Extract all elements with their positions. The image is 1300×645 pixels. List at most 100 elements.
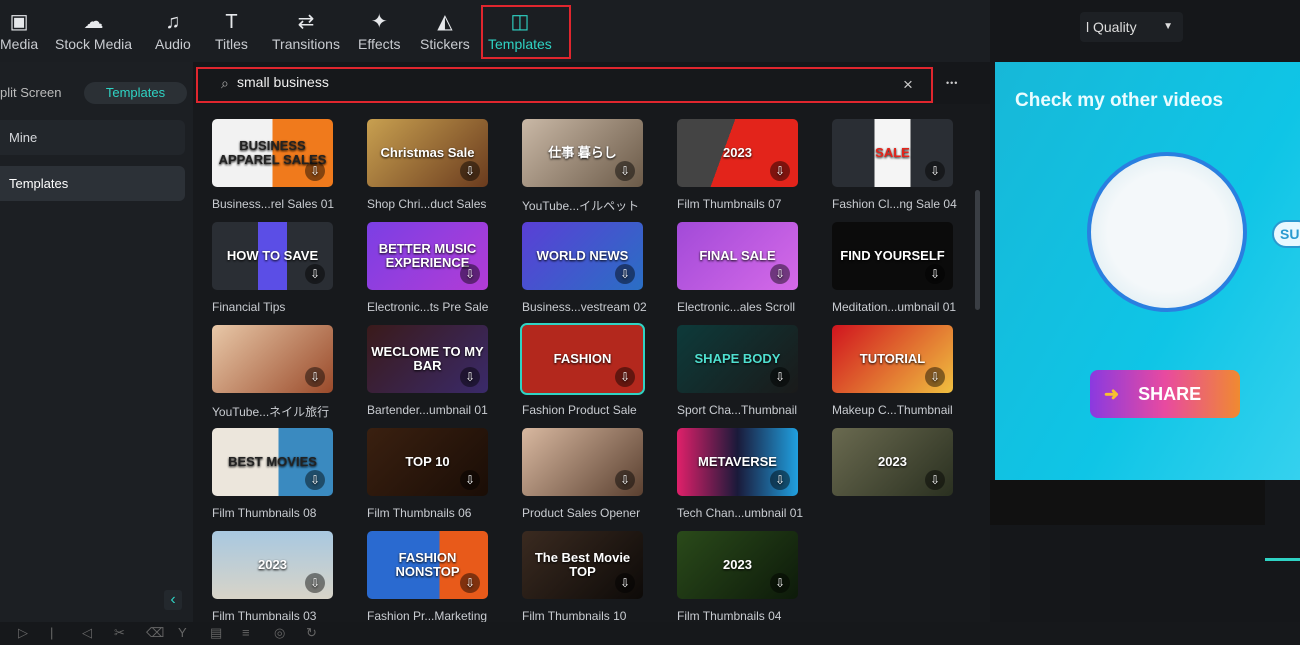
timeline-tool-icon[interactable]: |	[50, 625, 53, 640]
download-icon[interactable]: ⇩	[925, 470, 945, 490]
tab-audio[interactable]: ♫ Audio	[155, 10, 191, 52]
download-icon[interactable]: ⇩	[770, 470, 790, 490]
timeline-tool-icon[interactable]: Y	[178, 625, 187, 640]
split-screen-pill[interactable]: plit Screen	[0, 82, 61, 104]
download-icon[interactable]: ⇩	[615, 161, 635, 181]
timeline-tool-icon[interactable]: ◁	[82, 625, 92, 641]
tab-stickers[interactable]: ◭ Stickers	[420, 10, 470, 52]
template-thumbnail[interactable]: BETTER MUSIC EXPERIENCE ⇩	[367, 222, 488, 290]
template-card[interactable]: 2023 ⇩ Film Thumbnails 07	[677, 119, 798, 211]
template-card[interactable]: 2023 ⇩ Film Thumbnails 04	[677, 531, 798, 622]
download-icon[interactable]: ⇩	[460, 264, 480, 284]
template-card[interactable]: TUTORIAL ⇩ Makeup C...Thumbnail	[832, 325, 953, 417]
template-card[interactable]: BUSINESS APPAREL SALES ⇩ Business...rel Sa…	[212, 119, 334, 211]
timeline-tool-icon[interactable]: ▤	[210, 625, 222, 641]
template-thumbnail[interactable]: WECLOME TO MY BAR ⇩	[367, 325, 488, 393]
tab-effects[interactable]: ✦ Effects	[358, 10, 401, 52]
template-card[interactable]: WORLD NEWS ⇩ Business...vestream 02	[522, 222, 647, 314]
template-card[interactable]: FASHION NONSTOP ⇩ Fashion Pr...Marketing	[367, 531, 488, 622]
template-thumbnail[interactable]: 仕事 暮らし ⇩	[522, 119, 643, 187]
tab-stock-media[interactable]: ☁ Stock Media	[55, 10, 132, 52]
download-icon[interactable]: ⇩	[305, 161, 325, 181]
template-card[interactable]: FINAL SALE ⇩ Electronic...ales Scroll	[677, 222, 798, 314]
template-thumbnail[interactable]: SALE ⇩	[832, 119, 953, 187]
template-card[interactable]: 2023 ⇩	[832, 428, 953, 506]
template-thumbnail[interactable]: FASHION NONSTOP ⇩	[367, 531, 488, 599]
template-thumbnail[interactable]: WORLD NEWS ⇩	[522, 222, 643, 290]
template-card[interactable]: ⇩ YouTube...ネイル旅行	[212, 325, 333, 420]
template-thumbnail[interactable]: SHAPE BODY ⇩	[677, 325, 798, 393]
timeline-tool-icon[interactable]: ≡	[242, 625, 250, 640]
download-icon[interactable]: ⇩	[460, 470, 480, 490]
template-thumbnail[interactable]: 2023 ⇩	[832, 428, 953, 496]
template-thumbnail[interactable]: BUSINESS APPAREL SALES ⇩	[212, 119, 333, 187]
download-icon[interactable]: ⇩	[615, 367, 635, 387]
tab-media[interactable]: ▣ Media	[0, 10, 38, 52]
template-label: Fashion Pr...Marketing	[367, 609, 488, 622]
template-thumbnail[interactable]: FINAL SALE ⇩	[677, 222, 798, 290]
timeline-tool-icon[interactable]: ✂	[114, 625, 125, 641]
template-card[interactable]: WECLOME TO MY BAR ⇩ Bartender...umbnail 01	[367, 325, 488, 417]
timeline-tool-icon[interactable]: ◎	[274, 625, 285, 641]
download-icon[interactable]: ⇩	[460, 367, 480, 387]
template-thumbnail[interactable]: HOW TO SAVE ⇩	[212, 222, 333, 290]
template-thumbnail[interactable]: BEST MOVIES ⇩	[212, 428, 333, 496]
download-icon[interactable]: ⇩	[305, 470, 325, 490]
template-card[interactable]: SHAPE BODY ⇩ Sport Cha...Thumbnail	[677, 325, 798, 417]
tab-titles[interactable]: T Titles	[215, 10, 248, 52]
more-options-button[interactable]: •••	[946, 78, 958, 88]
template-thumbnail[interactable]: 2023 ⇩	[677, 531, 798, 599]
download-icon[interactable]: ⇩	[770, 367, 790, 387]
download-icon[interactable]: ⇩	[305, 264, 325, 284]
download-icon[interactable]: ⇩	[305, 367, 325, 387]
timeline-tool-icon[interactable]: ▷	[18, 625, 28, 641]
download-icon[interactable]: ⇩	[925, 161, 945, 181]
template-thumbnail[interactable]: FIND YOURSELF ⇩	[832, 222, 953, 290]
template-card[interactable]: FASHION ⇩ Fashion Product Sale	[520, 323, 645, 417]
template-thumbnail[interactable]: TOP 10 ⇩	[367, 428, 488, 496]
template-card[interactable]: ⇩ Product Sales Opener	[522, 428, 643, 520]
template-thumbnail[interactable]: TUTORIAL ⇩	[832, 325, 953, 393]
template-thumbnail[interactable]: 2023 ⇩	[212, 531, 333, 599]
download-icon[interactable]: ⇩	[460, 161, 480, 181]
template-card[interactable]: Christmas Sale ⇩ Shop Chri...duct Sales	[367, 119, 488, 211]
timeline-tool-icon[interactable]: ⌫	[146, 625, 164, 641]
template-card[interactable]: The Best Movie TOP ⇩ Film Thumbnails 10	[522, 531, 643, 622]
template-card[interactable]: BETTER MUSIC EXPERIENCE ⇩ Electronic...ts …	[367, 222, 488, 314]
quality-dropdown[interactable]: l Quality ▼	[1080, 12, 1183, 42]
template-thumbnail[interactable]: FASHION ⇩	[520, 323, 645, 395]
download-icon[interactable]: ⇩	[770, 573, 790, 593]
template-thumbnail[interactable]: The Best Movie TOP ⇩	[522, 531, 643, 599]
download-icon[interactable]: ⇩	[615, 264, 635, 284]
download-icon[interactable]: ⇩	[770, 161, 790, 181]
template-thumbnail[interactable]: METAVERSE ⇩	[677, 428, 798, 496]
timeline-tool-icon[interactable]: ↻	[306, 625, 317, 641]
download-icon[interactable]: ⇩	[615, 470, 635, 490]
template-label: Product Sales Opener	[522, 506, 641, 520]
template-card[interactable]: FIND YOURSELF ⇩ Meditation...umbnail 01	[832, 222, 956, 314]
download-icon[interactable]: ⇩	[925, 264, 945, 284]
sidebar-item-mine[interactable]: Mine	[0, 120, 185, 155]
template-card[interactable]: METAVERSE ⇩ Tech Chan...umbnail 01	[677, 428, 803, 520]
download-icon[interactable]: ⇩	[305, 573, 325, 593]
grid-scrollbar[interactable]	[975, 190, 980, 310]
template-card[interactable]: 仕事 暮らし ⇩ YouTube...イルペット	[522, 119, 643, 214]
download-icon[interactable]: ⇩	[615, 573, 635, 593]
playback-progress[interactable]	[1265, 558, 1300, 561]
download-icon[interactable]: ⇩	[925, 367, 945, 387]
template-thumbnail[interactable]: 2023 ⇩	[677, 119, 798, 187]
template-card[interactable]: SALE ⇩ Fashion Cl...ng Sale 04	[832, 119, 957, 211]
template-card[interactable]: TOP 10 ⇩ Film Thumbnails 06	[367, 428, 488, 520]
templates-pill[interactable]: Templates	[84, 82, 187, 104]
template-thumbnail[interactable]: Christmas Sale ⇩	[367, 119, 488, 187]
template-thumbnail[interactable]: ⇩	[212, 325, 333, 393]
template-card[interactable]: BEST MOVIES ⇩ Film Thumbnails 08	[212, 428, 333, 520]
template-card[interactable]: HOW TO SAVE ⇩ Financial Tips	[212, 222, 333, 314]
template-card[interactable]: 2023 ⇩ Film Thumbnails 03	[212, 531, 333, 622]
collapse-sidebar-button[interactable]: ‹	[164, 590, 182, 610]
download-icon[interactable]: ⇩	[770, 264, 790, 284]
download-icon[interactable]: ⇩	[460, 573, 480, 593]
tab-transitions[interactable]: ⇄ Transitions	[272, 10, 340, 52]
sidebar-item-templates[interactable]: Templates	[0, 166, 185, 201]
template-thumbnail[interactable]: ⇩	[522, 428, 643, 496]
